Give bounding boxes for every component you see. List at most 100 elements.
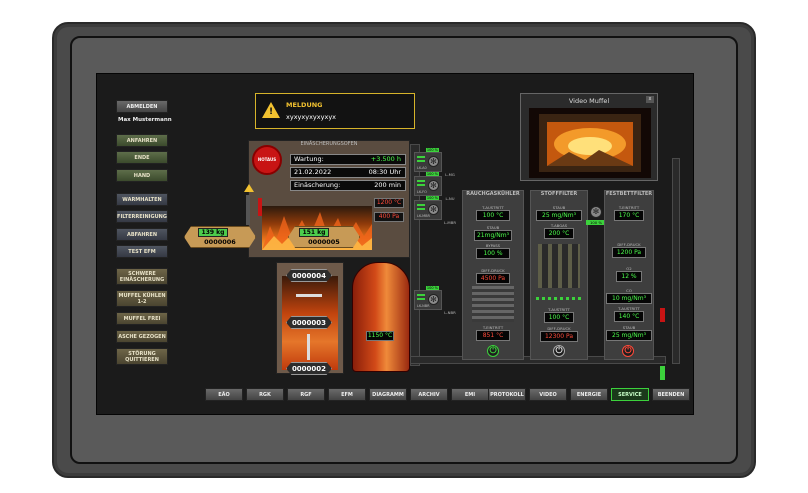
status-lamp — [417, 204, 425, 206]
power-icon[interactable]: ⏻ — [487, 345, 499, 357]
fan-nbr[interactable]: 100 % ✻ LK-NBR — [414, 286, 442, 310]
cremation-time-row: Einäscherung: 200 min — [290, 180, 406, 191]
fan-mbr-pct: 100 % — [425, 196, 439, 200]
nav-efm[interactable]: EFM — [328, 388, 366, 401]
warning-icon — [244, 184, 254, 192]
cremation-time-label: Einäscherung: — [294, 181, 341, 189]
fan-mbr-label: LK-MBR — [417, 214, 430, 218]
alarm-message: ! MELDUNG xyxyxyxyxyxyx — [255, 93, 415, 129]
oven-pressure: 400 Pa — [374, 212, 404, 222]
datetime-row: 21.02.2022 08:30 Uhr — [290, 167, 406, 178]
door-indicator — [258, 198, 262, 216]
emergency-stop-button[interactable]: NOTAUS — [252, 145, 282, 175]
fb-t-in: 170 °C — [614, 210, 644, 221]
fb-co: 10 mg/Nm³ — [606, 293, 652, 304]
fan-tag: L-NU — [445, 196, 455, 201]
cremation-time-value: 200 min — [374, 181, 401, 189]
nav-protocol[interactable]: PROTOKOLL — [488, 388, 526, 401]
fan-mbr[interactable]: 100 % ✻ LK-MBR — [414, 196, 442, 220]
chamber-valve — [307, 334, 310, 360]
chimney — [672, 158, 680, 364]
nav-rgf[interactable]: RGF — [287, 388, 325, 401]
status-lamp — [417, 294, 425, 296]
nav-emi[interactable]: EMI — [451, 388, 489, 401]
time-value: 08:30 Uhr — [368, 168, 401, 176]
nav-archive[interactable]: ARCHIV — [410, 388, 448, 401]
sf-fan-pct: 100 % — [586, 220, 606, 225]
fan-icon: ✻ — [428, 156, 439, 167]
fan-tag: L-NBR — [444, 310, 456, 315]
chamber-id-2: 0000003 — [286, 316, 332, 329]
afterburner-tank — [352, 262, 410, 372]
ash-removed-button[interactable]: ASCHE GEZOGEN — [116, 330, 168, 343]
power-icon[interactable]: ⏻ — [622, 345, 634, 357]
alarm-indicator — [660, 308, 665, 322]
nav-exit[interactable]: BEENDEN — [652, 388, 690, 401]
fan-fo-pct: 100 % — [425, 172, 439, 176]
keep-warm-button[interactable]: WARMHALTEN — [116, 193, 168, 206]
nav-eao[interactable]: EÄO — [205, 388, 243, 401]
video-panel: Video Muffel x — [520, 93, 658, 181]
acknowledge-fault-button[interactable]: STÖRUNG QUITTIEREN — [116, 348, 168, 365]
power-icon[interactable]: ⏻ — [553, 345, 565, 357]
nav-energy[interactable]: ENERGIE — [570, 388, 608, 401]
manual-button[interactable]: HAND — [116, 169, 168, 182]
fan-icon[interactable]: ✻ — [590, 206, 602, 218]
fan-fo-label: LK-FO — [417, 190, 427, 194]
start-button[interactable]: ANFAHREN — [116, 134, 168, 147]
rgk-dust: 21mg/Nm³ — [474, 230, 512, 241]
close-icon[interactable]: x — [646, 96, 654, 103]
nav-rgk[interactable]: RGK — [246, 388, 284, 401]
fb-t-out: 140 °C — [614, 311, 644, 322]
filter-status-lamps — [536, 297, 582, 300]
chamber-id-1: 0000004 — [286, 269, 332, 282]
status-lamp — [417, 156, 425, 158]
fan-a0[interactable]: 100 % ✻ LK-A0 — [414, 148, 442, 172]
fan-a0-pct: 100 % — [425, 148, 439, 152]
coffin-oven-weight: 151 kg — [299, 228, 329, 237]
heavy-cremation-button[interactable]: SCHWERE EINÄSCHERUNG — [116, 268, 168, 285]
alarm-text: xyxyxyxyxyxyx — [286, 113, 337, 121]
rgk-t-in: 851 °C — [476, 330, 510, 341]
sf-t-gas: 200 °C — [544, 228, 574, 239]
status-lamp — [417, 208, 425, 210]
date-value: 21.02.2022 — [294, 168, 332, 176]
fabric-filter-title: STOFFFILTER — [540, 191, 578, 197]
rgk-bypass: 100 % — [476, 248, 510, 259]
muffle-free-button[interactable]: MUFFEL FREI — [116, 312, 168, 325]
end-button[interactable]: ENDE — [116, 151, 168, 164]
test-efm-button[interactable]: TEST EFM — [116, 245, 168, 258]
shutdown-button[interactable]: ABFAHREN — [116, 228, 168, 241]
user-name: Max Mustermann — [118, 117, 172, 123]
muffle-cool-button[interactable]: MUFFEL KÜHLEN 1-2 — [116, 290, 168, 307]
fixed-bed-filter-title: FESTBETTFILTER — [605, 191, 653, 197]
flue-gas-cooler-title: RAUCHGASKÜHLER — [466, 191, 520, 197]
rgk-diff: 4500 Pa — [476, 273, 510, 284]
coffin-waiting-id: 0000006 — [204, 238, 236, 246]
nav-video[interactable]: VIDEO — [529, 388, 567, 401]
filter-bags — [538, 244, 580, 288]
status-lamp — [417, 184, 425, 186]
sf-diff: 12300 Pa — [540, 331, 578, 342]
sf-dust: 25 mg/Nm³ — [536, 210, 582, 221]
maintenance-row: Wartung: +3.500 h — [290, 154, 406, 165]
fan-fo[interactable]: 100 % ✻ LK-FO — [414, 172, 442, 196]
fan-tag: L-MG — [445, 172, 455, 177]
video-feed[interactable] — [529, 108, 651, 178]
status-lamp — [417, 160, 425, 162]
oven-temp: 1200 °C — [374, 198, 404, 208]
chamber-slider — [296, 294, 322, 297]
nav-service[interactable]: SERVICE — [611, 388, 649, 401]
maintenance-label: Wartung: — [294, 155, 324, 163]
filter-cleaning-button[interactable]: FILTERREINIGUNG — [116, 210, 168, 223]
fb-dust: 25 mg/Nm³ — [606, 330, 652, 341]
warning-icon-mark: ! — [269, 107, 274, 117]
nav-diagram[interactable]: DIAGRAMM — [369, 388, 407, 401]
fan-nbr-pct: 100 % — [425, 286, 439, 290]
fan-icon: ✻ — [428, 180, 439, 191]
logout-button[interactable]: ABMELDEN — [116, 100, 168, 113]
status-lamp — [417, 180, 425, 182]
fan-nbr-label: LK-NBR — [417, 304, 430, 308]
ok-indicator — [660, 366, 665, 380]
coffin-waiting-weight: 139 kg — [198, 228, 228, 237]
